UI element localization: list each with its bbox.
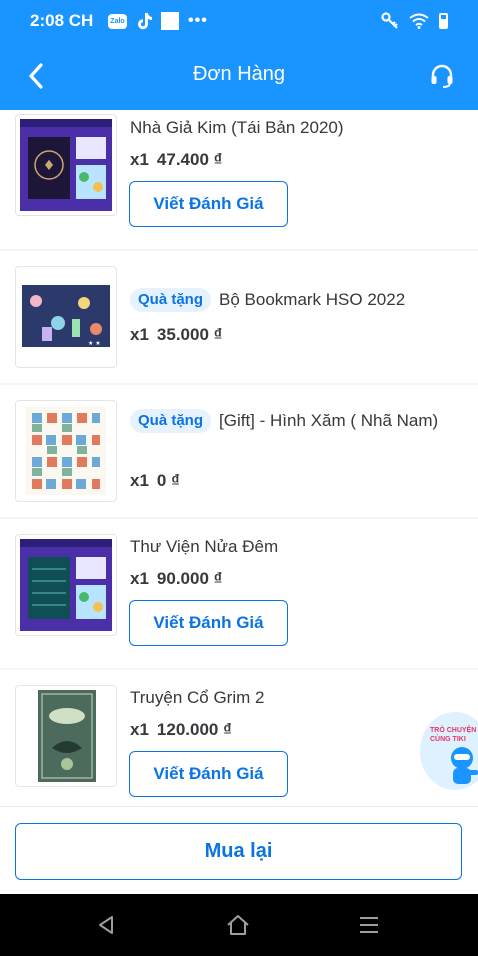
order-item: ♦ Nhà Giả Kim (Tái Bản 2020) x1 47.400 ₫ … (0, 110, 478, 249)
nav-home-button[interactable] (223, 910, 253, 940)
price: 120.000 ₫ (156, 720, 232, 739)
support-button[interactable] (426, 60, 458, 92)
product-title: [Gift] - Hình Xăm ( Nhã Nam) (219, 411, 439, 430)
product-thumbnail[interactable]: ★ ★ (15, 266, 117, 368)
wifi-icon (409, 13, 429, 29)
product-name: Truyện Cổ Grim 2 (130, 688, 265, 707)
quantity: x1 (130, 325, 149, 344)
price: 35.000 ₫ (156, 325, 223, 344)
product-name: Thư Viện Nửa Đêm (130, 537, 279, 556)
quantity: x1 (130, 569, 149, 588)
order-item: Quà tặng [Gift] - Hình Xăm ( Nhã Nam) x1 0… (0, 385, 478, 517)
app-header: 2:08 CH Zalo ••• Đơn Hàng (0, 0, 478, 110)
order-item: Thư Viện Nửa Đêm x1 90.000 ₫ Viết Đánh Gi… (0, 519, 478, 668)
status-bar: 2:08 CH Zalo ••• (0, 0, 478, 42)
gift-badge: Quà tặng (130, 288, 212, 312)
tiktok-icon (138, 13, 152, 30)
product-thumbnail[interactable]: ♦ (15, 114, 117, 216)
svg-text:★ ★: ★ ★ (88, 340, 101, 347)
nav-menu-button[interactable] (354, 910, 384, 940)
headset-icon (431, 64, 453, 88)
sticker-sheet-cover (26, 407, 106, 495)
menu-icon (360, 917, 378, 933)
tiki-mascot-icon (451, 747, 478, 784)
key-icon (381, 12, 398, 29)
svg-text:♦: ♦ (43, 158, 56, 174)
price: 47.400 ₫ (156, 150, 223, 169)
qty-price: x1 47.400 ₫ (130, 150, 222, 170)
price: 0 ₫ (156, 471, 180, 490)
write-review-button[interactable]: Viết Đánh Giá (129, 751, 288, 797)
bottom-action-bar: Mua lại (0, 806, 478, 894)
quantity: x1 (130, 471, 149, 490)
home-icon (227, 915, 249, 935)
qty-price: x1 90.000 ₫ (130, 569, 222, 589)
bookmark-cover: ★ ★ (22, 285, 110, 347)
nha-gia-kim-cover: ♦ (20, 119, 112, 211)
battery-icon (439, 13, 448, 29)
order-item: Truyện Cổ Grim 2 x1 120.000 ₫ Viết Đánh G… (0, 670, 478, 806)
back-triangle-icon (99, 916, 113, 934)
quantity: x1 (130, 150, 149, 169)
product-thumbnail[interactable] (15, 685, 117, 787)
order-items-list[interactable]: ♦ Nhà Giả Kim (Tái Bản 2020) x1 47.400 ₫ … (0, 110, 478, 806)
more-dots-icon: ••• (188, 12, 208, 29)
notification-icons: Zalo ••• (108, 10, 208, 32)
product-thumbnail[interactable] (15, 534, 117, 636)
product-title: Bộ Bookmark HSO 2022 (219, 290, 406, 309)
quantity: x1 (130, 720, 149, 739)
price: 90.000 ₫ (156, 569, 223, 588)
rebuy-button[interactable]: Mua lại (15, 823, 462, 880)
write-review-button[interactable]: Viết Đánh Giá (129, 600, 288, 646)
status-time: 2:08 CH (30, 11, 94, 30)
order-item: ★ ★ Quà tặng Bộ Bookmark HSO 2022 x1 35.00… (0, 251, 478, 383)
chat-widget-text: TRÒ CHUYỆN CÙNG TIKI (430, 727, 477, 743)
system-nav-bar (0, 894, 478, 956)
qty-price: x1 35.000 ₫ (130, 325, 222, 345)
product-name: Quà tặng Bộ Bookmark HSO 2022 (130, 287, 454, 313)
nav-back-button[interactable] (91, 910, 121, 940)
system-icons (381, 10, 448, 32)
qty-price: x1 120.000 ₫ (130, 720, 232, 740)
product-name: Quà tặng [Gift] - Hình Xăm ( Nhã Nam) (130, 408, 454, 434)
thu-vien-nua-dem-cover (20, 539, 112, 631)
gift-badge: Quà tặng (130, 409, 212, 433)
qty-price: x1 0 ₫ (130, 471, 180, 491)
write-review-button[interactable]: Viết Đánh Giá (129, 181, 288, 227)
zalo-icon: Zalo (108, 13, 127, 29)
truyen-co-grim-cover (38, 690, 96, 782)
page-title: Đơn Hàng (192, 63, 286, 85)
product-name: Nhà Giả Kim (Tái Bản 2020) (130, 118, 344, 137)
square-icon (161, 12, 179, 30)
product-thumbnail[interactable] (15, 400, 117, 502)
